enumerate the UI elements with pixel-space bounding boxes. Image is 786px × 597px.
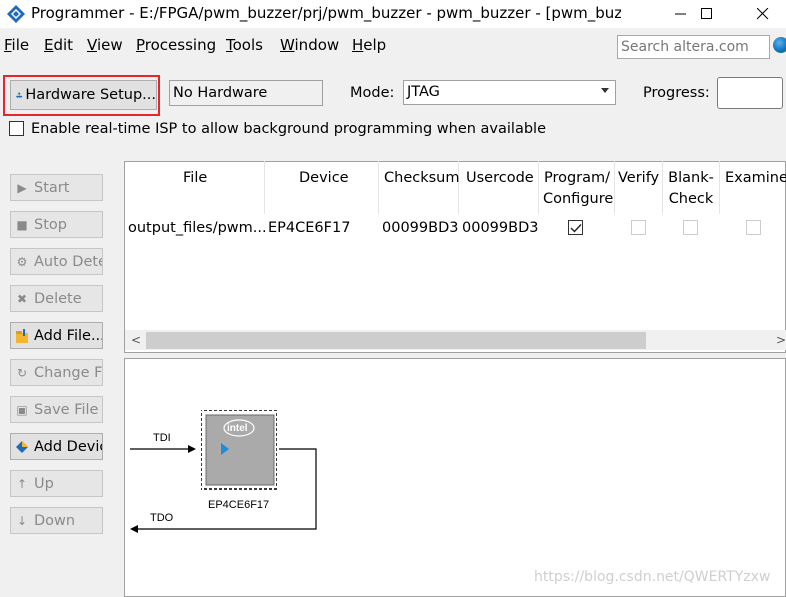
column-divider [662,161,663,214]
isp-checkbox[interactable] [9,121,24,136]
down-button[interactable]: ↓ Down [10,507,103,534]
hardware-icon [16,92,23,98]
column-divider [378,161,379,214]
hardware-field: No Hardware [169,80,323,106]
hardware-setup-label: Hardware Setup... [25,87,156,103]
header-file[interactable]: File [183,168,207,189]
header-usercode[interactable]: Usercode [466,168,534,189]
maximize-icon [701,8,712,19]
stop-icon: ■ [16,217,28,232]
chip-label: EP4CE6F17 [208,499,269,511]
header-examine[interactable]: Examine [725,168,786,189]
menu-help[interactable]: Help [352,36,386,54]
tdi-label: TDI [153,432,171,444]
progress-bar [717,77,783,109]
maximize-button[interactable] [684,0,730,28]
row-file[interactable]: output_files/pwm... [128,220,267,236]
delete-button[interactable]: ✖ Delete [10,285,103,312]
tdo-arrow [130,525,138,533]
save-file-button[interactable]: ▣ Save File [10,396,103,423]
save-icon: ▣ [16,402,28,417]
check-icon [570,223,582,233]
up-button[interactable]: ↑ Up [10,470,103,497]
change-file-icon: ↻ [16,365,28,380]
scrollbar-thumb[interactable] [146,332,646,349]
examine-checkbox[interactable] [746,220,761,235]
row-usercode[interactable]: 00099BD3 [462,220,538,236]
search-input[interactable]: Search altera.com [617,35,770,59]
add-device-icon [13,439,31,455]
window-title: Programmer - E:/FPGA/pwm_buzzer/prj/pwm_… [31,4,621,22]
row-checksum[interactable]: 00099BD3 [382,220,458,236]
app-icon [7,5,25,23]
isp-label: Enable real-time ISP to allow background… [31,121,546,137]
start-button[interactable]: ▶ Start [10,174,103,201]
header-program-configure[interactable]: Program/ Configure [543,168,613,210]
column-divider [614,161,615,214]
column-divider [264,161,265,214]
down-arrow-icon: ↓ [16,513,28,528]
blank-check-checkbox[interactable] [683,220,698,235]
hardware-setup-button[interactable]: Hardware Setup... [10,80,157,110]
menu-window[interactable]: Window [280,36,339,54]
add-file-icon [13,328,31,344]
change-file-button[interactable]: ↻Change File [10,359,103,386]
close-button[interactable] [740,0,786,28]
intel-logo: intel [227,423,248,434]
chevron-down-icon[interactable] [601,88,609,93]
header-device[interactable]: Device [299,168,349,189]
scroll-right-icon[interactable]: > [776,333,786,347]
header-verify[interactable]: Verify [618,168,659,189]
menu-tools[interactable]: Tools [226,36,263,54]
add-file-button[interactable]: Add File... [10,322,103,349]
header-blank-check[interactable]: Blank- Check [668,168,714,210]
close-icon [757,8,769,20]
jtag-chain-svg: TDI intel EP4CE6F17 TDO [130,410,317,533]
program-checkbox[interactable] [568,220,583,235]
tdi-arrow [188,445,196,453]
menu-edit[interactable]: Edit [44,36,73,54]
progress-label: Progress: [643,85,710,101]
header-checksum[interactable]: Checksum [384,168,459,189]
scroll-left-icon[interactable]: < [131,333,141,347]
mode-label: Mode: [350,85,395,101]
row-device[interactable]: EP4CE6F17 [268,220,350,236]
menu-processing[interactable]: Processing [136,36,216,54]
column-divider [538,161,539,214]
add-device-button[interactable]: Add Device [10,433,103,460]
mode-select[interactable]: JTAG [403,80,616,105]
auto-detect-button[interactable]: ⚙Auto Detec [10,248,103,275]
globe-icon[interactable] [773,37,786,53]
play-icon: ▶ [17,180,27,195]
menu-view[interactable]: View [87,36,123,54]
stop-button[interactable]: ■ Stop [10,211,103,238]
detect-icon: ⚙ [16,254,28,269]
verify-checkbox[interactable] [631,220,646,235]
watermark: https://blog.csdn.net/QWERTYzxw [534,569,771,585]
up-arrow-icon: ↑ [16,476,28,491]
delete-icon: ✖ [16,291,28,306]
tdo-label: TDO [150,512,174,524]
column-divider [719,161,720,214]
menu-file[interactable]: File [4,36,29,54]
